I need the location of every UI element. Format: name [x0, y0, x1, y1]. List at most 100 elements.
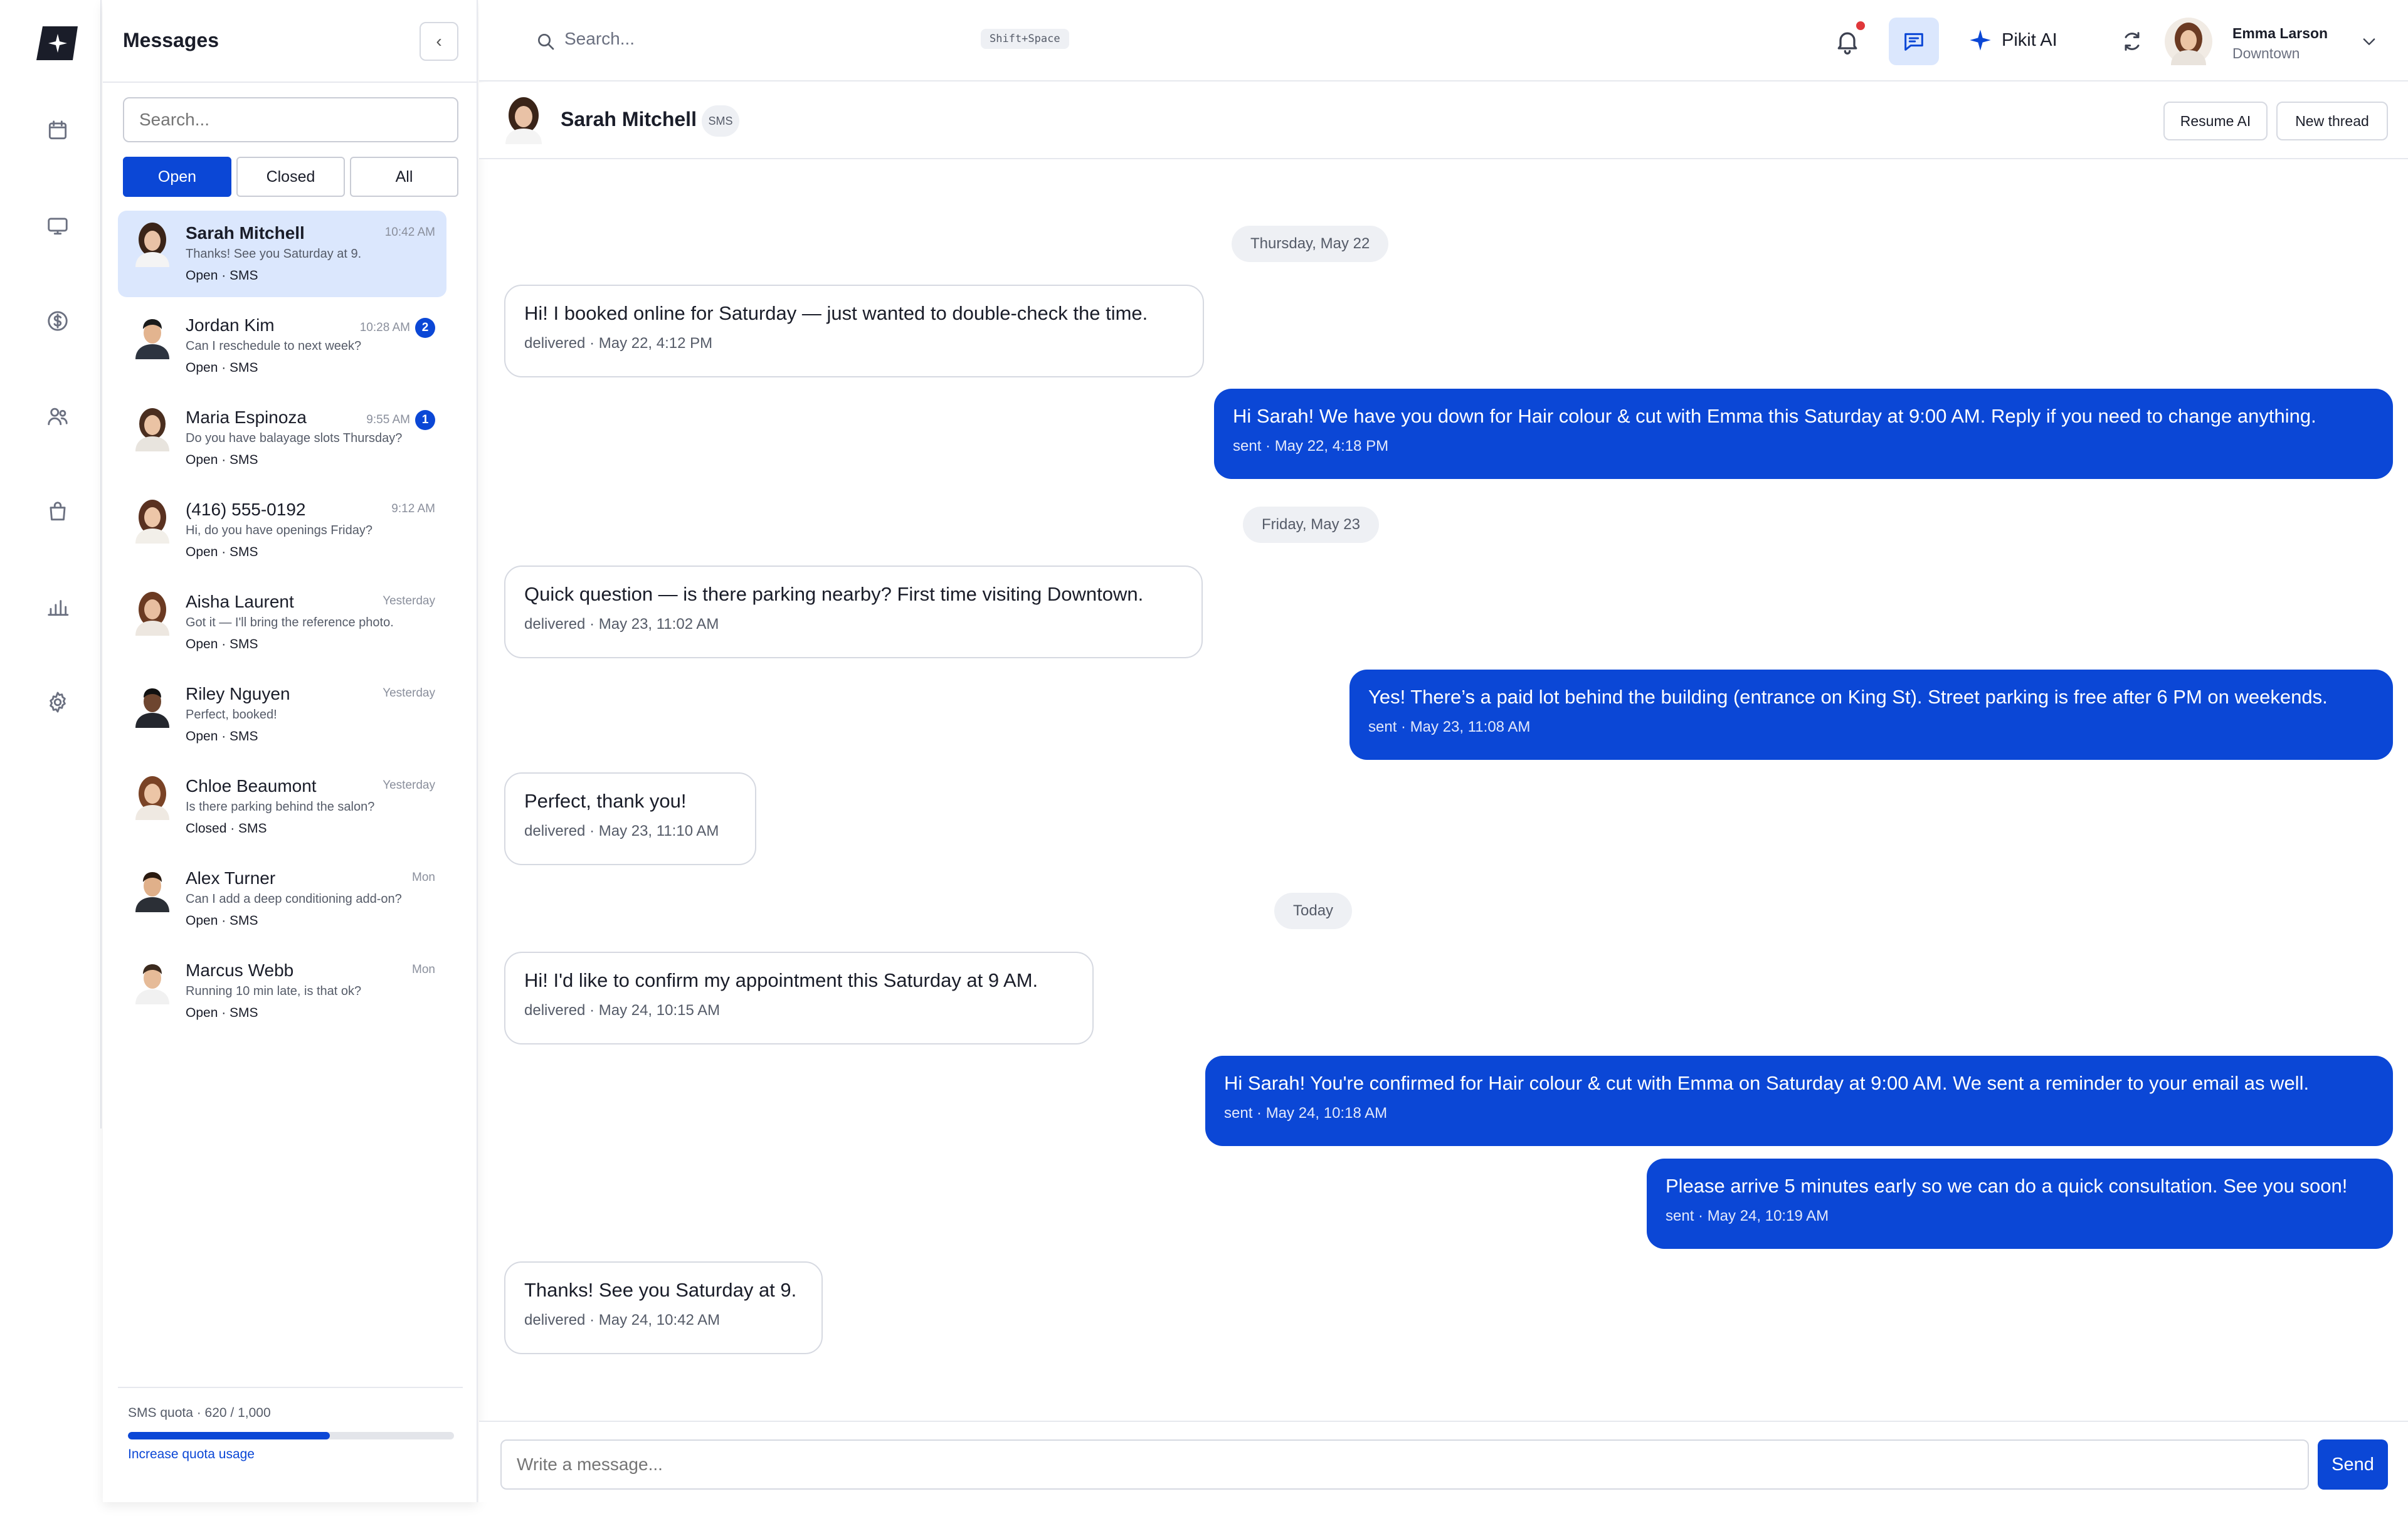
message-preview: Got it — I'll bring the reference photo.	[186, 616, 394, 629]
message-text: Hi Sarah! We have you down for Hair colo…	[1233, 405, 2316, 427]
conversation-item[interactable]: (416) 555-0192 9:12 AM Hi, do you have o…	[118, 487, 446, 574]
contact-avatar	[135, 500, 169, 544]
user-location: Downtown	[2232, 45, 2300, 61]
contact-name: (416) 555-0192	[186, 500, 306, 519]
conversation-item[interactable]: Sarah Mitchell 10:42 AM Thanks! See you …	[118, 211, 446, 297]
message-composer: Send	[479, 1421, 2408, 1502]
shopping-bag-icon[interactable]	[40, 494, 75, 529]
conversation-status: Open · SMS	[186, 1006, 258, 1020]
incoming-message: Hi! I booked online for Saturday — just …	[504, 285, 1204, 377]
last-message-time: Mon	[412, 871, 435, 884]
messages-button[interactable]	[1889, 18, 1939, 65]
contact-name: Riley Nguyen	[186, 684, 290, 703]
increase-quota-link[interactable]: Increase quota usage	[128, 1447, 255, 1462]
contact-name: Alex Turner	[186, 868, 276, 888]
message-meta: sent · May 24, 10:18 AM	[1224, 1105, 1388, 1122]
chevron-down-icon[interactable]	[2360, 33, 2378, 50]
contact-avatar	[505, 97, 542, 144]
message-text: Thanks! See you Saturday at 9.	[524, 1279, 797, 1301]
filter-all[interactable]: All	[350, 157, 458, 197]
settings-gear-icon[interactable]	[40, 685, 75, 720]
resume-ai-button[interactable]: Resume AI	[2163, 102, 2268, 140]
outgoing-message: Hi Sarah! You're confirmed for Hair colo…	[1205, 1056, 2393, 1146]
calendar-icon[interactable]	[40, 113, 75, 148]
message-meta: delivered · May 23, 11:02 AM	[524, 616, 719, 633]
refresh-icon[interactable]	[2120, 29, 2145, 54]
conversation-item[interactable]: Marcus Webb Mon Running 10 min late, is …	[118, 948, 446, 1034]
unread-badge: 2	[415, 318, 435, 338]
notification-bell-icon[interactable]	[1834, 28, 1861, 55]
new-thread-button[interactable]: New thread	[2276, 102, 2388, 140]
contact-name: Sarah Mitchell	[186, 223, 305, 243]
date-separator: Thursday, May 22	[1232, 226, 1389, 262]
conversation-item[interactable]: Maria Espinoza 9:55 AM 1 Do you have bala…	[118, 395, 446, 481]
last-message-time: Yesterday	[383, 687, 435, 700]
incoming-message: Quick question — is there parking nearby…	[504, 566, 1203, 658]
conversation-item[interactable]: Alex Turner Mon Can I add a deep conditi…	[118, 856, 446, 942]
conversation-item[interactable]: Riley Nguyen Yesterday Perfect, booked! …	[118, 671, 446, 758]
incoming-message: Thanks! See you Saturday at 9. delivered…	[504, 1261, 823, 1354]
message-thread: Thursday, May 22 Hi! I booked online for…	[479, 160, 2408, 1413]
last-message-time: 10:28 AM 2	[360, 318, 435, 338]
filter-closed[interactable]: Closed	[236, 157, 345, 197]
contact-name: Chloe Beaumont	[186, 776, 317, 796]
conversation-item[interactable]: Aisha Laurent Yesterday Got it — I'll br…	[118, 579, 446, 666]
last-message-time: Mon	[412, 963, 435, 976]
conversation-status: Open · SMS	[186, 360, 258, 375]
conversation-filter-tabs: Open Closed All	[123, 157, 458, 197]
filter-open[interactable]: Open	[123, 157, 231, 197]
message-meta: delivered · May 24, 10:42 AM	[524, 1312, 721, 1328]
conversation-search-input[interactable]	[123, 97, 458, 142]
contact-avatar	[135, 223, 169, 267]
message-input[interactable]	[500, 1439, 2309, 1490]
collapse-panel-button[interactable]: ‹	[420, 22, 458, 61]
contact-name: Aisha Laurent	[186, 592, 294, 611]
message-preview: Can I reschedule to next week?	[186, 339, 362, 353]
message-meta: delivered · May 23, 11:10 AM	[524, 823, 719, 839]
contact-avatar	[135, 688, 169, 728]
global-search-input[interactable]: Search...	[564, 29, 635, 49]
bar-chart-icon[interactable]	[40, 589, 75, 624]
app-logo-icon[interactable]	[34, 24, 82, 63]
chat-header: Sarah Mitchell SMS Resume AI New thread	[479, 83, 2408, 159]
send-button[interactable]: Send	[2318, 1439, 2388, 1490]
incoming-message: Hi! I'd like to confirm my appointment t…	[504, 952, 1094, 1044]
contact-avatar	[135, 776, 169, 820]
dollar-icon[interactable]	[40, 303, 75, 339]
message-preview: Hi, do you have openings Friday?	[186, 523, 372, 537]
contact-avatar	[135, 408, 169, 451]
chat-contact-name: Sarah Mitchell	[561, 108, 697, 130]
conversation-item[interactable]: Chloe Beaumont Yesterday Is there parkin…	[118, 764, 446, 850]
message-meta: sent · May 23, 11:08 AM	[1368, 718, 1531, 735]
message-preview: Running 10 min late, is that ok?	[186, 984, 362, 998]
chevron-left-icon: ‹	[436, 31, 442, 51]
panel-title: Messages	[123, 29, 219, 51]
monitor-icon[interactable]	[40, 208, 75, 243]
message-meta: delivered · May 24, 10:15 AM	[524, 1002, 721, 1019]
outgoing-message: Hi Sarah! We have you down for Hair colo…	[1214, 389, 2393, 479]
search-icon	[538, 34, 554, 50]
message-preview: Is there parking behind the salon?	[186, 800, 375, 814]
conversation-status: Open · SMS	[186, 453, 258, 467]
message-preview: Do you have balayage slots Thursday?	[186, 431, 403, 445]
date-separator: Today	[1274, 893, 1353, 929]
contact-name: Maria Espinoza	[186, 408, 307, 427]
users-icon[interactable]	[40, 399, 75, 434]
pikit-ai-label: Pikit AI	[2002, 29, 2057, 50]
message-text: Hi! I booked online for Saturday — just …	[524, 302, 1148, 324]
contact-avatar	[135, 872, 169, 912]
incoming-message: Perfect, thank you! delivered · May 23, …	[504, 772, 756, 865]
message-meta: sent · May 22, 4:18 PM	[1233, 438, 1389, 455]
message-text: Hi Sarah! You're confirmed for Hair colo…	[1224, 1072, 2310, 1094]
pikit-ai-button[interactable]: Pikit AI	[1968, 28, 2057, 53]
notification-dot	[1856, 21, 1865, 30]
conversation-status: Open · SMS	[186, 268, 258, 283]
last-message-time: Yesterday	[383, 594, 435, 608]
outgoing-message: Yes! There’s a paid lot behind the build…	[1349, 670, 2393, 760]
last-message-time: 9:55 AM 1	[366, 410, 435, 430]
conversation-item[interactable]: Jordan Kim 10:28 AM 2 Can I reschedule to…	[118, 303, 446, 389]
icon-rail	[15, 0, 102, 1129]
contact-name: Jordan Kim	[186, 315, 275, 335]
contact-avatar	[135, 592, 169, 636]
user-avatar[interactable]	[2165, 18, 2212, 65]
